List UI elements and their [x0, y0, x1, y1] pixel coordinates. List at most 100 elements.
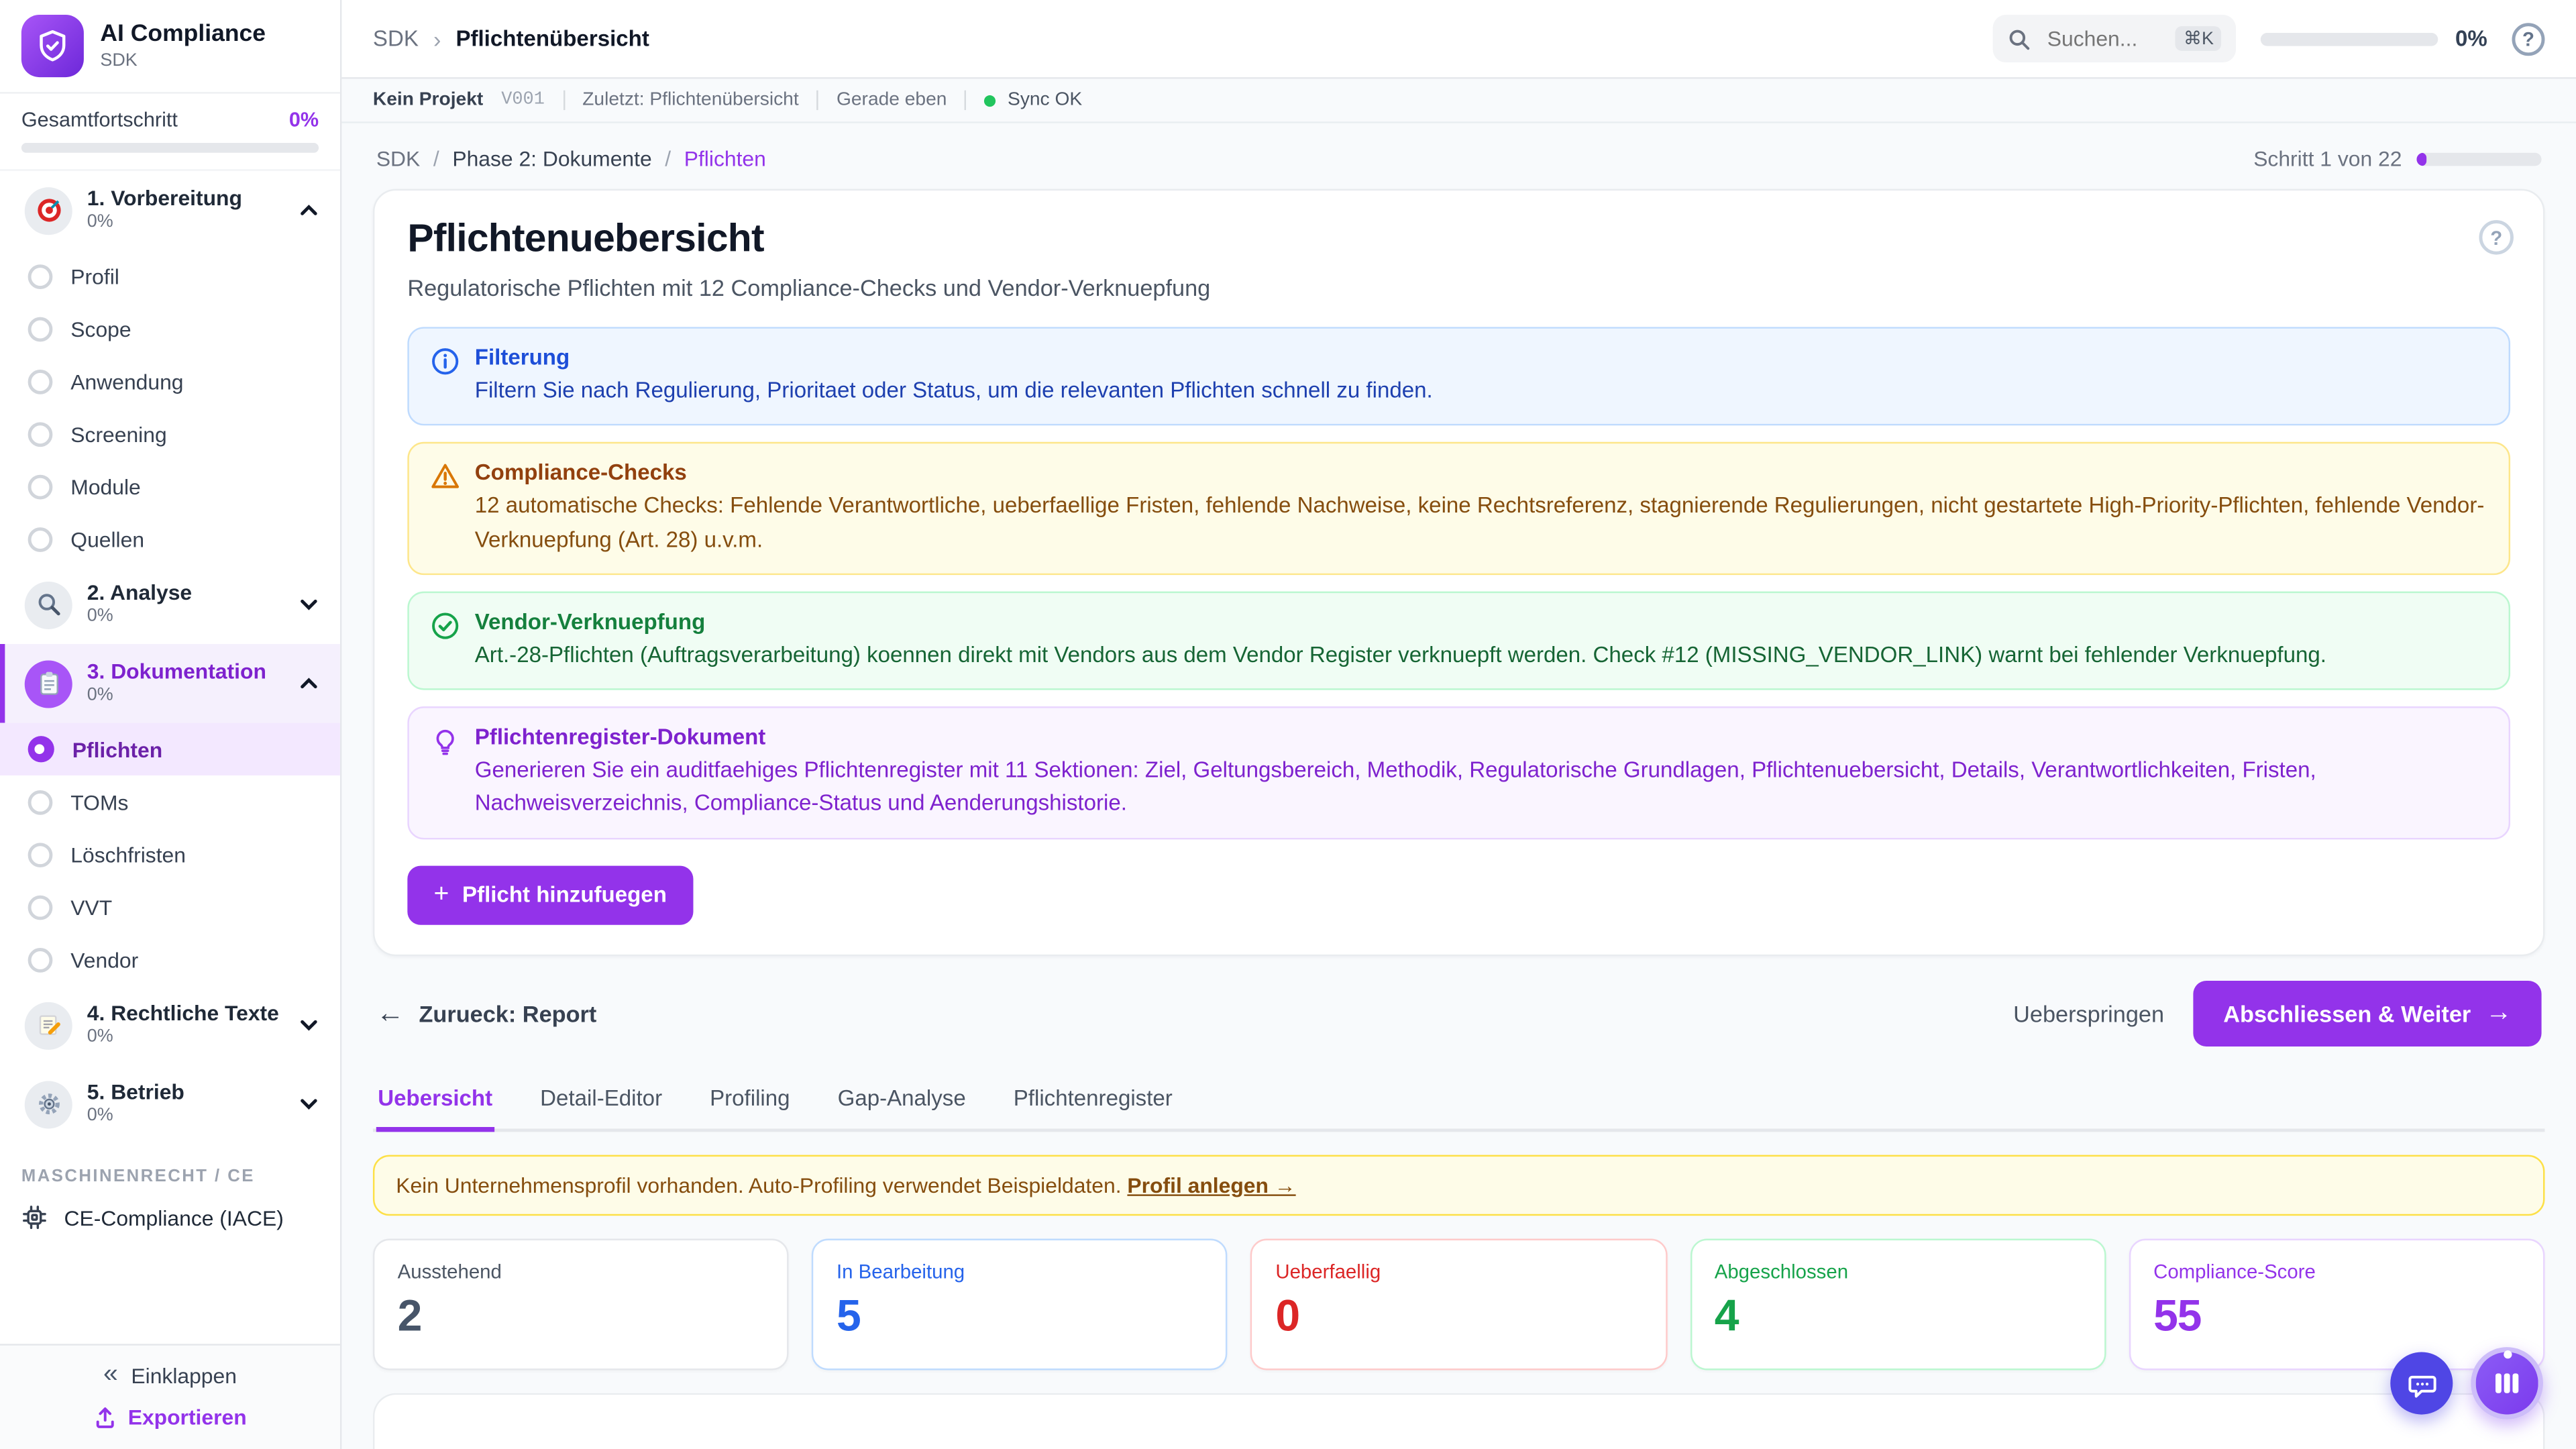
breadcrumb-phase[interactable]: Phase 2: Dokumente — [452, 146, 651, 171]
section-progress: 0% — [87, 1027, 279, 1050]
radio-icon — [28, 474, 53, 499]
sidebar-section-rechtliche-texte[interactable]: 4. Rechtliche Texte 0% — [0, 985, 340, 1065]
skip-button[interactable]: Ueberspringen — [2013, 1000, 2164, 1026]
sidebar-section-analyse[interactable]: 2. Analyse 0% — [0, 565, 340, 644]
sidebar-item-module[interactable]: Module — [0, 460, 340, 513]
plus-icon: + — [434, 881, 449, 908]
tab-bar: Uebersicht Detail-Editor Profiling Gap-A… — [373, 1071, 2545, 1132]
page-breadcrumb: SDK / Phase 2: Dokumente / Pflichten Sch… — [373, 135, 2545, 189]
info-box-pflichtenregister: Pflichtenregister-Dokument Generieren Si… — [407, 706, 2510, 839]
stat-value: 2 — [398, 1291, 765, 1342]
tab-detail-editor[interactable]: Detail-Editor — [539, 1071, 664, 1132]
radio-icon — [28, 947, 53, 972]
chevron-down-icon — [297, 1014, 320, 1036]
sidebar-item-anwendung[interactable]: Anwendung — [0, 355, 340, 407]
create-profile-link[interactable]: Profil anlegen → — [1127, 1172, 1295, 1197]
sidebar-section-vorbereitung[interactable]: 1. Vorbereitung 0% — [0, 171, 340, 250]
back-link[interactable]: ← Zurueck: Report — [376, 996, 596, 1029]
section-title: 1. Vorbereitung — [87, 186, 242, 213]
tab-profiling[interactable]: Profiling — [708, 1071, 792, 1132]
tab-pflichtenregister[interactable]: Pflichtenregister — [1012, 1071, 1174, 1132]
search-box[interactable]: ⌘K — [1993, 15, 2237, 62]
chip-icon — [21, 1204, 48, 1230]
columns-icon — [2491, 1367, 2524, 1400]
sidebar-item-label: Profil — [70, 264, 119, 288]
section-title: 3. Dokumentation — [87, 659, 266, 686]
step-progress-bar — [2416, 152, 2541, 166]
search-input[interactable] — [2044, 25, 2162, 53]
stat-label: Ausstehend — [398, 1259, 765, 1282]
stat-value: 55 — [2153, 1291, 2520, 1342]
help-icon[interactable]: ? — [2479, 220, 2514, 254]
wizard-nav-row: ← Zurueck: Report Ueberspringen Abschlie… — [373, 955, 2545, 1070]
sidebar-item-vendor[interactable]: Vendor — [0, 933, 340, 985]
last-time: Gerade eben — [837, 91, 947, 110]
tab-gap-analyse[interactable]: Gap-Analyse — [836, 1071, 967, 1132]
stat-card-abgeschlossen: Abgeschlossen 4 — [1690, 1238, 2106, 1369]
radio-icon — [28, 316, 53, 341]
radio-icon — [28, 264, 53, 288]
sync-status: Sync OK — [1008, 91, 1082, 110]
section-progress: 0% — [87, 213, 242, 235]
sidebar-section-dokumentation[interactable]: 3. Dokumentation 0% — [0, 644, 340, 723]
sidebar-item-toms[interactable]: TOMs — [0, 775, 340, 828]
chat-button[interactable] — [2390, 1352, 2453, 1415]
header-progress: 0% — [2261, 26, 2487, 51]
breadcrumb-current: Pflichten — [684, 146, 766, 171]
info-box-text: Generieren Sie ein auditfaehiges Pflicht… — [475, 754, 2487, 820]
sidebar-item-scope[interactable]: Scope — [0, 303, 340, 355]
sidebar-item-label: Löschfristen — [70, 842, 186, 867]
add-pflicht-label: Pflicht hinzufuegen — [462, 882, 667, 907]
sidebar-section-betrieb[interactable]: 5. Betrieb 0% — [0, 1065, 340, 1144]
sidebar-item-label: Vendor — [70, 947, 138, 972]
magnifier-icon — [25, 581, 72, 629]
divider — [965, 91, 966, 110]
clipboard-icon — [25, 659, 72, 707]
sidebar-item-profil[interactable]: Profil — [0, 250, 340, 302]
stat-value: 5 — [837, 1291, 1203, 1342]
radio-checked-icon — [28, 736, 54, 762]
section-title: 4. Rechtliche Texte — [87, 1000, 279, 1027]
sidebar-item-label: CE-Compliance (IACE) — [64, 1205, 284, 1230]
info-circle-icon — [431, 347, 460, 376]
header-progress-bar — [2261, 32, 2438, 46]
section-title: 5. Betrieb — [87, 1079, 184, 1106]
sidebar-item-ce-compliance[interactable]: CE-Compliance (IACE) — [0, 1193, 340, 1242]
radio-icon — [28, 369, 53, 394]
stat-cards: Ausstehend 2 In Bearbeitung 5 Ueberfaell… — [373, 1238, 2545, 1369]
step-indicator: Schritt 1 von 22 — [2253, 146, 2402, 171]
breadcrumb-root[interactable]: SDK — [376, 146, 420, 171]
sidebar-item-pflichten[interactable]: Pflichten — [0, 723, 340, 775]
stat-value: 0 — [1275, 1291, 1642, 1342]
page-content: SDK / Phase 2: Dokumente / Pflichten Sch… — [341, 123, 2576, 1449]
stat-card-ausstehend: Ausstehend 2 — [373, 1238, 789, 1369]
help-icon[interactable]: ? — [2512, 22, 2544, 55]
sidebar-item-label: Screening — [70, 421, 166, 446]
finish-next-button[interactable]: Abschliessen & Weiter → — [2194, 980, 2541, 1046]
collapse-sidebar-button[interactable]: « Einklappen — [103, 1362, 237, 1388]
sidebar-group-label: MASCHINENRECHT / CE — [0, 1143, 340, 1192]
arrow-right-icon: → — [2485, 998, 2512, 1028]
sidebar-item-quellen[interactable]: Quellen — [0, 513, 340, 565]
add-pflicht-button[interactable]: + Pflicht hinzufuegen — [407, 865, 693, 924]
breadcrumb-root[interactable]: SDK — [373, 26, 419, 51]
breadcrumb-current: Pflichtenübersicht — [455, 26, 649, 51]
overall-progress-label: Gesamtfortschritt — [21, 109, 178, 131]
panels-button[interactable] — [2471, 1347, 2543, 1419]
profile-warning-banner: Kein Unternehmensprofil vorhanden. Auto-… — [373, 1154, 2545, 1215]
chevron-down-icon — [297, 593, 320, 616]
chat-bubble-icon — [2406, 1368, 2438, 1399]
sidebar: AI Compliance SDK Gesamtfortschritt 0% 1… — [0, 0, 341, 1449]
stat-value: 4 — [1715, 1291, 2082, 1342]
export-upload-icon — [93, 1405, 116, 1428]
chevron-up-icon — [297, 672, 320, 695]
tab-uebersicht[interactable]: Uebersicht — [376, 1071, 494, 1132]
section-title: 2. Analyse — [87, 580, 192, 606]
sidebar-item-loeschfristen[interactable]: Löschfristen — [0, 828, 340, 880]
section-progress: 0% — [87, 606, 192, 629]
sidebar-item-vvt[interactable]: VVT — [0, 881, 340, 933]
sidebar-item-screening[interactable]: Screening — [0, 407, 340, 460]
sidebar-item-label: VVT — [70, 894, 112, 919]
export-button[interactable]: Exportieren — [93, 1405, 246, 1430]
memo-pencil-icon — [25, 1002, 72, 1049]
